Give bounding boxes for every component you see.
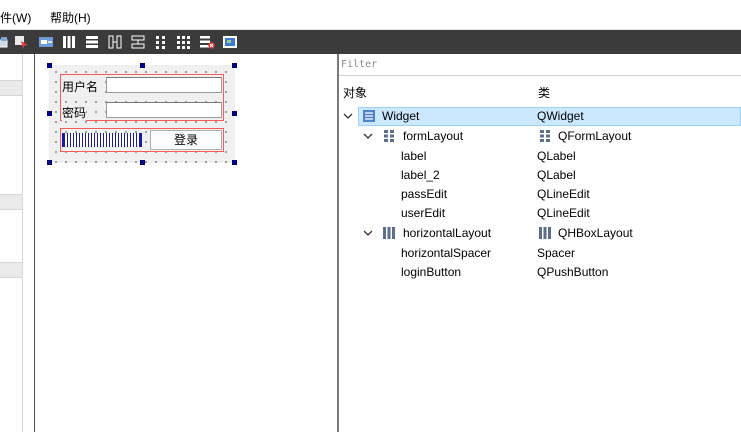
layout-horizontal-splitter-icon[interactable] (107, 34, 123, 50)
form-widget[interactable]: 用户名 密码 登录 (49, 65, 235, 163)
username-label[interactable]: 用户名 (62, 78, 99, 95)
category-header[interactable] (0, 80, 23, 96)
password-input[interactable] (106, 102, 222, 118)
login-button[interactable]: 登录 (150, 130, 222, 150)
object-name: label_2 (401, 168, 440, 182)
class-name: QFormLayout (558, 129, 632, 143)
chevron-down-icon[interactable] (363, 228, 373, 238)
form-canvas[interactable]: 用户名 密码 登录 (41, 54, 337, 432)
layout-grid-icon[interactable] (176, 34, 192, 50)
filter-input[interactable]: Filter (339, 54, 741, 76)
menu-bar: 文件(W) 帮助(H) (0, 0, 741, 30)
resize-handle[interactable] (232, 63, 237, 68)
tree-row-horizontallayout[interactable]: horizontalLayout QHBoxLayout (339, 224, 741, 243)
tree-row-widget[interactable]: Widget QWidget (339, 107, 741, 126)
object-name: label (401, 149, 427, 163)
resize-handle[interactable] (140, 63, 145, 68)
resize-handle[interactable] (140, 160, 145, 165)
object-name: passEdit (401, 187, 448, 201)
class-name: QHBoxLayout (558, 226, 633, 240)
class-name: QPushButton (537, 265, 609, 279)
tree-row-formlayout[interactable]: formLayout QFormLayout (339, 127, 741, 146)
object-inspector: Filter 对象 类 Widget QWidget formLayout QF… (339, 54, 741, 432)
tree-row-loginbutton[interactable]: loginButton QPushButton (339, 263, 741, 282)
layout-form-icon[interactable] (153, 34, 169, 50)
hbox-layout-icon (383, 227, 395, 239)
column-object-header[interactable]: 对象 (343, 84, 367, 101)
username-input[interactable] (106, 77, 222, 93)
resize-handle[interactable] (232, 111, 237, 116)
tree-row-horizontalspacer[interactable]: horizontalSpacer Spacer (339, 244, 741, 263)
object-name: formLayout (403, 129, 464, 143)
class-name: QLineEdit (537, 206, 590, 220)
layout-vertical-splitter-icon[interactable] (130, 34, 146, 50)
column-class-header[interactable]: 类 (538, 84, 550, 101)
widget-box-panel (0, 54, 40, 432)
edit-signals-icon[interactable] (14, 34, 30, 50)
object-name: horizontalSpacer (401, 246, 492, 260)
object-name: horizontalLayout (403, 226, 492, 240)
tree-row-label-2[interactable]: label_2 QLabel (339, 166, 741, 185)
class-name: QLineEdit (537, 187, 590, 201)
adjust-size-icon[interactable] (222, 34, 238, 50)
add-widget-icon[interactable] (0, 34, 12, 50)
menu-help[interactable]: 帮助(H) (50, 9, 91, 26)
widget-icon (363, 110, 375, 122)
object-name: Widget (382, 109, 420, 123)
designer-window: 文件(W) 帮助(H) (0, 0, 741, 432)
edit-buddies-icon[interactable] (38, 34, 54, 50)
class-name: QLabel (537, 149, 576, 163)
resize-handle[interactable] (47, 160, 52, 165)
form-layout-icon (384, 130, 394, 142)
chevron-down-icon[interactable] (363, 131, 373, 141)
layout-horizontal-icon[interactable] (61, 34, 77, 50)
filter-placeholder: Filter (341, 59, 378, 70)
tree-row-useredit[interactable]: userEdit QLineEdit (339, 204, 741, 223)
resize-handle[interactable] (47, 63, 52, 68)
hbox-layout-icon (539, 227, 551, 239)
tree-row-label[interactable]: label QLabel (339, 147, 741, 166)
category-header[interactable] (0, 262, 23, 278)
class-name: QLabel (537, 168, 576, 182)
chevron-down-icon[interactable] (343, 111, 353, 121)
layout-vertical-icon[interactable] (84, 34, 100, 50)
panel-divider[interactable] (34, 54, 35, 432)
toolbar (0, 30, 741, 54)
tree-row-passedit[interactable]: passEdit QLineEdit (339, 185, 741, 204)
password-label[interactable]: 密码 (62, 104, 87, 121)
category-header[interactable] (0, 194, 23, 210)
object-name: loginButton (401, 265, 462, 279)
panel-scrollbar[interactable] (22, 54, 23, 432)
form-layout-icon (540, 130, 550, 142)
menu-file[interactable]: 文件(W) (0, 9, 31, 26)
class-name: QWidget (537, 109, 584, 123)
break-layout-icon[interactable] (199, 34, 215, 50)
horizontal-spacer[interactable] (62, 133, 142, 147)
class-name: Spacer (537, 246, 576, 260)
object-name: userEdit (401, 206, 446, 220)
resize-handle[interactable] (47, 111, 52, 116)
resize-handle[interactable] (232, 160, 237, 165)
